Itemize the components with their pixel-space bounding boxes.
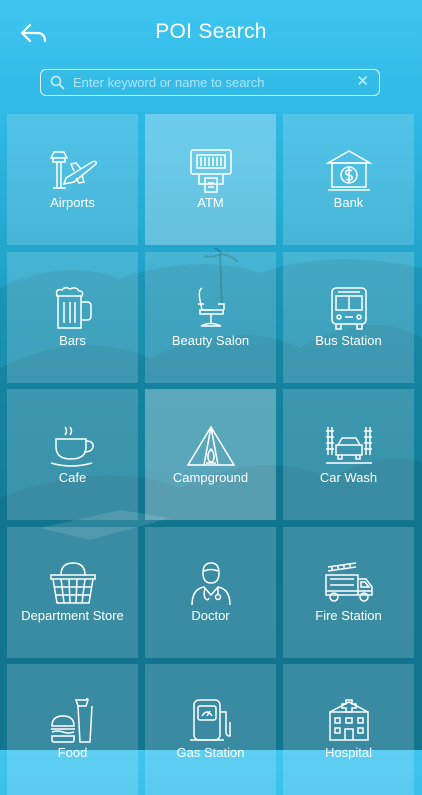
- category-doctor[interactable]: Doctor: [145, 527, 276, 658]
- doctor-icon: [190, 562, 231, 606]
- category-bank[interactable]: Bank: [283, 114, 414, 245]
- category-label: Food: [57, 745, 88, 760]
- category-fire-station[interactable]: Fire Station: [283, 527, 414, 658]
- coffee-cup-icon: [50, 426, 94, 467]
- category-bus-station[interactable]: Bus Station: [283, 252, 414, 383]
- category-campground[interactable]: Campground: [145, 389, 276, 520]
- category-cafe[interactable]: Cafe: [7, 389, 138, 520]
- category-label: Beauty Salon: [171, 333, 250, 348]
- category-label: Fire Station: [315, 608, 382, 623]
- bank-icon: [324, 150, 373, 191]
- category-label: Gas Station: [176, 745, 245, 760]
- category-bars[interactable]: Bars: [7, 252, 138, 383]
- category-airports[interactable]: Airports: [7, 114, 138, 245]
- beer-mug-icon: [55, 286, 92, 329]
- category-label: Airports: [50, 195, 95, 210]
- atm-icon: [189, 149, 232, 193]
- category-label: Bus Station: [315, 333, 382, 348]
- category-department-store[interactable]: Department Store: [7, 527, 138, 658]
- category-label: Car Wash: [319, 470, 378, 485]
- category-label: Department Store: [21, 608, 124, 623]
- category-label: ATM: [197, 195, 224, 210]
- fire-truck-icon: [324, 562, 373, 602]
- fuel-pump-icon: [189, 699, 231, 741]
- category-label: Doctor: [191, 608, 230, 623]
- category-beauty-salon[interactable]: Beauty Salon: [145, 252, 276, 383]
- car-wash-icon: [325, 427, 372, 464]
- bus-icon: [330, 287, 367, 330]
- category-label: Campground: [172, 470, 249, 485]
- tent-icon: [186, 425, 235, 466]
- category-food[interactable]: Food: [7, 664, 138, 795]
- category-atm[interactable]: ATM: [145, 114, 276, 245]
- airport-icon: [49, 151, 97, 189]
- fast-food-icon: [50, 698, 93, 743]
- category-hospital[interactable]: Hospital: [283, 664, 414, 795]
- poi-category-grid: Airports ATM Bank Bars Beauty Salon Bus …: [0, 0, 422, 795]
- salon-chair-icon: [197, 287, 225, 327]
- category-label: Cafe: [58, 470, 87, 485]
- category-label: Hospital: [325, 745, 372, 760]
- basket-icon: [49, 562, 96, 604]
- category-label: Bank: [333, 195, 364, 210]
- category-car-wash[interactable]: Car Wash: [283, 389, 414, 520]
- hospital-icon: [328, 699, 369, 741]
- category-label: Bars: [59, 333, 86, 348]
- category-gas-station[interactable]: Gas Station: [145, 664, 276, 795]
